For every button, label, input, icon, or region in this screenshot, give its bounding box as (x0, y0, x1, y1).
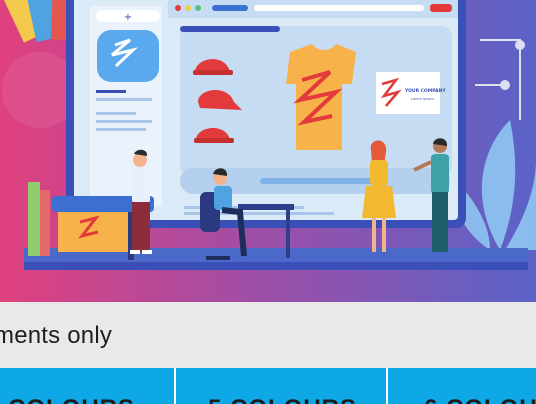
printing-illustration: + YOUR COMPANY Lorem Ipsum (0, 0, 536, 302)
colour-options-row: 4 COLOURS 5 COLOURS 6 COLOURS (0, 368, 536, 404)
option-label: 5 COLOURS (208, 395, 357, 404)
svg-text:+: + (124, 12, 132, 23)
option-label: 4 COLOURS (0, 395, 135, 404)
caption-band: ments only (0, 302, 536, 368)
option-5-colours[interactable]: 5 COLOURS (174, 368, 386, 404)
option-4-colours[interactable]: 4 COLOURS (0, 368, 174, 404)
option-label: 6 COLOURS (424, 395, 536, 404)
hero-banner: + YOUR COMPANY Lorem Ipsum (0, 0, 536, 302)
caption-text: ments only (0, 322, 113, 349)
brand-card-subtitle: Lorem Ipsum (411, 97, 434, 101)
brand-card-title: YOUR COMPANY (404, 88, 446, 94)
option-6-colours[interactable]: 6 COLOURS (386, 368, 536, 404)
